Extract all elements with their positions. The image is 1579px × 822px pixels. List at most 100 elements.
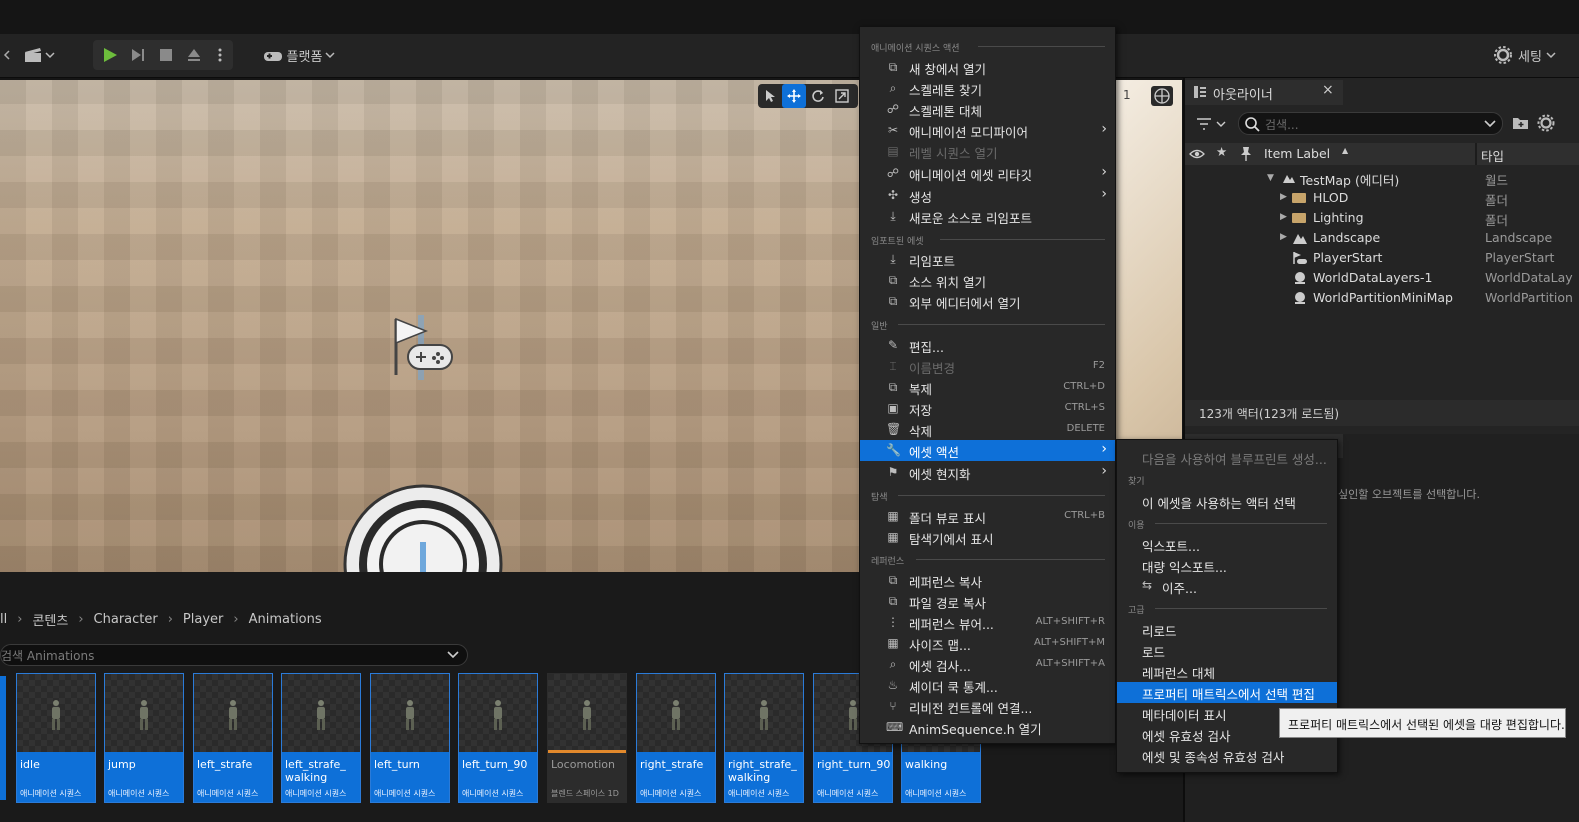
shortcut-label: CTRL+B [1064,510,1105,521]
menu-item-size-map[interactable]: ▦ 사이즈 맵... ALT+SHIFT+M [860,633,1115,654]
outliner-settings-button[interactable] [1537,114,1557,134]
menu-item-delete[interactable]: 🗑 삭제 DELETE [860,419,1115,440]
add-folder-button[interactable] [1512,115,1532,133]
outliner-row[interactable]: ▼ TestMap (에디터) 월드 [1185,168,1579,188]
asset-search-input[interactable]: 검색 Animations [0,644,468,666]
rotate-tool[interactable] [806,84,830,108]
level-viewport[interactable] [0,80,862,572]
stop-button[interactable] [153,40,179,70]
breadcrumb-item[interactable]: 콘텐츠 [32,610,68,629]
filter-button[interactable] [1195,114,1231,134]
submenu-item-bulk-export[interactable]: 대량 익스포트... [1117,555,1337,576]
menu-item-rename[interactable]: ⌶ 이름변경 F2 [860,356,1115,377]
column-divider[interactable] [1475,143,1477,165]
menu-item-retarget[interactable]: ☍ 애니메이션 에셋 리타깃 › [860,163,1115,184]
menu-item-open-external-editor[interactable]: ⧉ 외부 에디터에서 열기 [860,291,1115,312]
breadcrumb-item[interactable]: ll [0,612,7,627]
asset-tile[interactable]: left_strafe_ walking 애니메이션 시퀀스 [281,673,361,803]
asset-tile[interactable]: left_strafe 애니메이션 시퀀스 [193,673,273,803]
asset-tile-blendspace[interactable]: Locomotion 블렌드 스페이스 1D [547,673,627,803]
menu-item-find-skeleton[interactable]: ⌕ 스켈레톤 찾기 [860,78,1115,99]
gear-icon [1537,114,1555,132]
breadcrumb-item[interactable]: Animations [249,612,322,627]
close-icon[interactable]: × [1322,82,1334,98]
asset-tile[interactable]: jump 애니메이션 시퀀스 [104,673,184,803]
outliner-row[interactable]: WorldDataLayers-1 WorldDataLay [1185,268,1579,288]
breadcrumb-item[interactable]: Player [183,612,223,627]
submenu-item-edit-property-matrix[interactable]: 프로퍼티 매트릭스에서 선택 편집 [1117,682,1337,703]
star-icon[interactable]: ★ [1216,144,1227,159]
menu-item-replace-skeleton[interactable]: ☍ 스켈레톤 대체 [860,99,1115,120]
menu-item-open-header[interactable]: ⌨ AnimSequence.h 열기 [860,717,1115,738]
scale-tool[interactable] [830,84,854,108]
eye-icon[interactable] [1189,147,1205,161]
outliner-search-input[interactable]: 검색... [1238,112,1503,135]
asset-name: jump [108,758,136,771]
asset-tile[interactable]: right_strafe 애니메이션 시퀀스 [636,673,716,803]
col-item-label[interactable]: Item Label [1264,146,1330,161]
play-button[interactable] [97,40,123,70]
menu-item-open-level-sequence[interactable]: ▤ 레벨 시퀀스 열기 [860,141,1115,162]
submenu-item-select-actors[interactable]: 이 에셋을 사용하는 액터 선택 [1117,491,1337,512]
expand-arrow-icon[interactable]: ▼ [1267,173,1274,183]
expand-arrow-icon[interactable]: ▶ [1280,212,1287,222]
breadcrumb-item[interactable]: Character [94,612,158,627]
col-type[interactable]: 타입 [1481,146,1504,165]
cinematics-button[interactable] [20,40,58,70]
menu-item-show-explorer[interactable]: ▦ 탐색기에서 표시 [860,527,1115,548]
pin-icon[interactable] [1240,146,1252,162]
menu-item-save[interactable]: ▣ 저장 CTRL+S [860,398,1115,419]
menu-item-audit-asset[interactable]: ⌕ 에셋 검사... ALT+SHIFT+A [860,654,1115,675]
menu-item-open-source-location[interactable]: ⧉ 소스 위치 열기 [860,270,1115,291]
settings-button[interactable]: 세팅 [1483,40,1567,70]
outliner-row[interactable]: WorldPartitionMiniMap WorldPartition [1185,288,1579,308]
expand-arrow-icon[interactable]: ▶ [1280,192,1287,202]
select-tool[interactable] [758,84,782,108]
expand-arrow-icon[interactable]: ▶ [1280,232,1287,242]
menu-item-edit[interactable]: ✎ 편집... [860,335,1115,356]
outliner-row[interactable]: ▶ Lighting 폴더 [1185,208,1579,228]
menu-item-asset-actions[interactable]: 🔧 에셋 액션 › [860,440,1115,461]
tab-outliner[interactable]: 아웃라이너 × [1185,80,1343,105]
outliner-row[interactable]: ▶ HLOD 폴더 [1185,188,1579,208]
submenu-item-export[interactable]: 익스포트... [1117,534,1337,555]
menu-item-create[interactable]: ✣ 생성 › [860,185,1115,206]
advance-frame-button[interactable] [125,40,151,70]
toolbar-overflow[interactable] [0,40,14,70]
menu-item-asset-localization[interactable]: ⚑ 에셋 현지화 › [860,462,1115,483]
asset-tile[interactable]: left_turn_90 애니메이션 시퀀스 [458,673,538,803]
platforms-button[interactable]: 플랫폼 [258,40,340,70]
submenu-item-load[interactable]: 로드 [1117,640,1337,661]
menu-item-shader-cook-stats[interactable]: ♨ 셰이더 쿡 통계... [860,675,1115,696]
menu-item-open-new-window[interactable]: ⧉ 새 창에서 열기 [860,57,1115,78]
layout-button[interactable] [1151,86,1173,106]
menu-item-show-folder-view[interactable]: ▦ 폴더 뷰로 표시 CTRL+B [860,506,1115,527]
menu-item-copy-reference[interactable]: ⧉ 레퍼런스 복사 [860,570,1115,591]
outliner-row[interactable]: ▶ Landscape Landscape [1185,228,1579,248]
menu-item-connect-revision-control[interactable]: ⑂ 리비전 컨트롤에 연결... [860,696,1115,717]
chevron-down-icon [1484,120,1496,128]
submenu-item-validate-assets-deps[interactable]: 에셋 및 종속성 유효성 검사 [1117,745,1337,766]
asset-tile[interactable]: right_strafe_ walking 애니메이션 시퀀스 [724,673,804,803]
asset-tile[interactable]: left_turn 애니메이션 시퀀스 [370,673,450,803]
chevron-right-icon: › [17,611,23,627]
eject-button[interactable] [181,40,207,70]
submenu-item-create-blueprint[interactable]: 다음을 사용하여 블루프린트 생성... [1117,447,1337,468]
submenu-item-reload[interactable]: 리로드 [1117,619,1337,640]
copy-path-icon: ⧉ [888,594,898,608]
menu-item-duplicate[interactable]: ⧉ 복제 CTRL+D [860,377,1115,398]
asset-tile[interactable]: idle 애니메이션 시퀀스 [16,673,96,803]
menu-item-reimport-new-source[interactable]: ⤓ 새로운 소스로 리임포트 [860,206,1115,227]
menu-item-copy-file-path[interactable]: ⧉ 파일 경로 복사 [860,591,1115,612]
move-tool[interactable] [782,84,806,108]
menu-item-label: 리비전 컨트롤에 연결... [909,701,1033,716]
submenu-item-migrate[interactable]: ⇆ 이주... [1117,576,1337,597]
menu-item-reference-viewer[interactable]: ⋮ 레퍼런스 뷰어... ALT+SHIFT+R [860,612,1115,633]
menu-item-reimport[interactable]: ⤓ 리임포트 [860,249,1115,270]
submenu-item-replace-references[interactable]: 레퍼런스 대체 [1117,661,1337,682]
flag-icon: ⚑ [887,465,899,479]
outliner-row[interactable]: PlayerStart PlayerStart [1185,248,1579,268]
player-start-icon[interactable] [388,315,458,380]
play-options-button[interactable] [211,40,229,70]
menu-item-anim-modifier[interactable]: ✂ 애니메이션 모디파이어 › [860,120,1115,141]
